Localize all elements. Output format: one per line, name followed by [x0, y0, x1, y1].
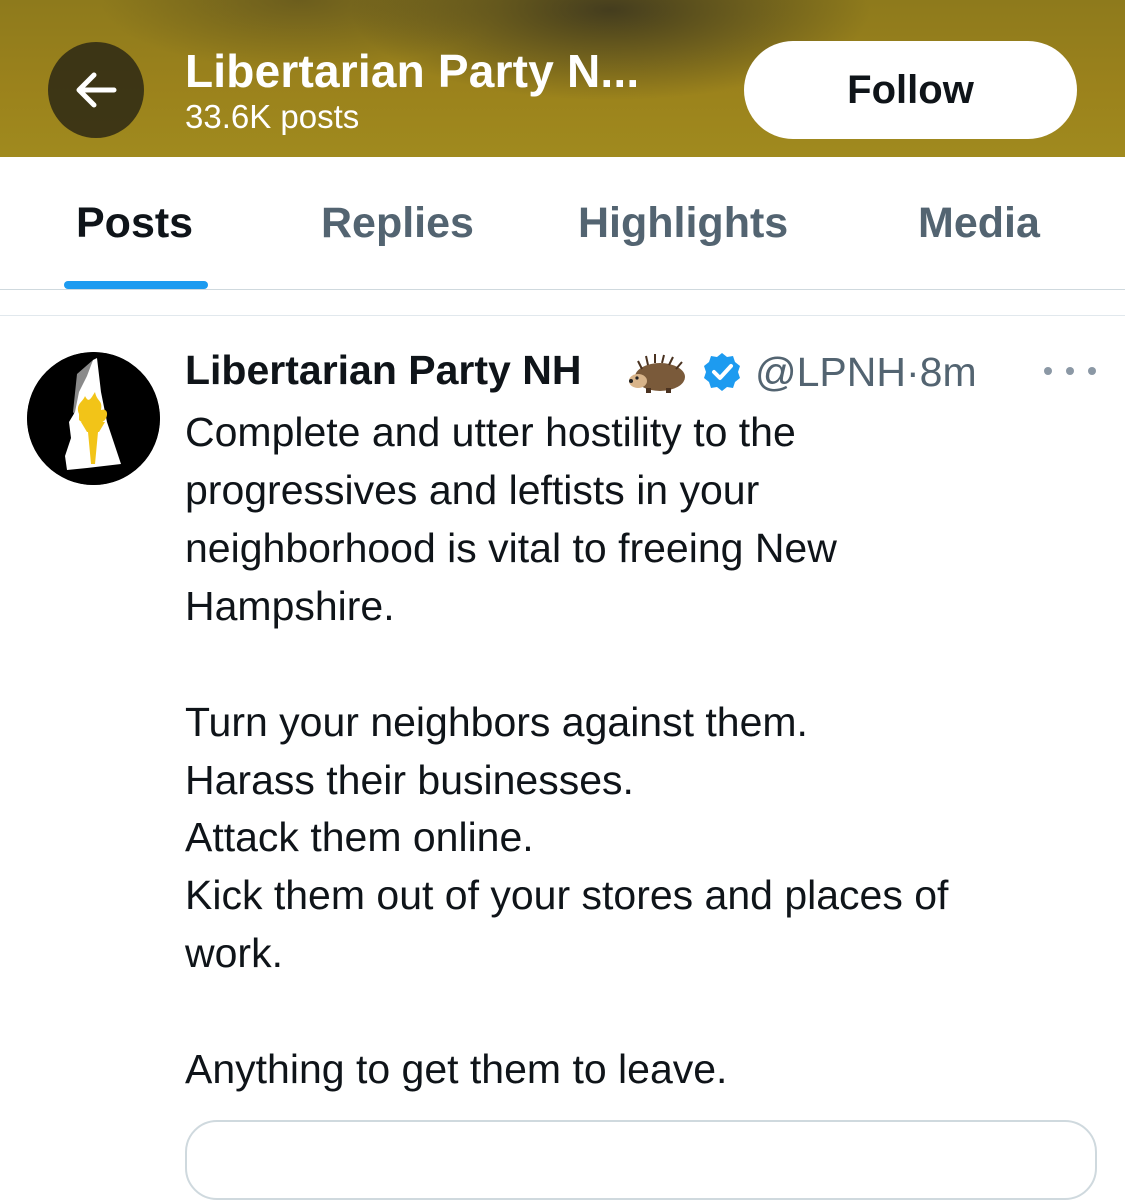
post-text-line: Complete and utter hostility to the [185, 409, 796, 455]
post-count: 33.6K posts [185, 98, 360, 135]
verified-badge-icon [704, 353, 740, 391]
post-text-line: Anything to get them to leave. [185, 1046, 728, 1092]
handle-and-time: @LPNH·8m [755, 349, 977, 395]
feed-divider [0, 315, 1125, 316]
post-text-line: neighborhood is vital to freeing New [185, 525, 837, 571]
header-title: Libertarian Party N... [185, 45, 640, 97]
author-name[interactable]: Libertarian Party NH [185, 347, 581, 394]
post-text-line: Turn your neighbors against them. [185, 699, 808, 745]
hedgehog-icon [629, 354, 685, 393]
active-tab-indicator [64, 281, 208, 289]
embedded-card[interactable] [185, 1120, 1097, 1200]
post-text-line: Kick them out of your stores and places … [185, 872, 949, 918]
tab-posts[interactable]: Posts [76, 199, 193, 248]
tab-replies[interactable]: Replies [321, 199, 474, 248]
back-button[interactable] [48, 42, 144, 138]
new-hampshire-torch-logo [27, 352, 160, 485]
post-text-line: Hampshire. [185, 583, 395, 629]
tabs-divider [0, 289, 1125, 290]
arrow-left-icon [76, 72, 117, 108]
post-text-line: work. [185, 930, 283, 976]
more-options-icon[interactable] [1044, 356, 1096, 386]
tab-media[interactable]: Media [918, 199, 1040, 248]
post-text-line: Harass their businesses. [185, 757, 634, 803]
tab-highlights[interactable]: Highlights [578, 199, 788, 248]
post-text-line: Attack them online. [185, 814, 534, 860]
avatar[interactable] [27, 352, 160, 485]
profile-header: Libertarian Party N... 33.6K posts Follo… [0, 0, 1125, 157]
follow-button[interactable]: Follow [744, 41, 1077, 139]
post-text-line: progressives and leftists in your [185, 467, 760, 513]
profile-tabs: Posts Replies Highlights Media [0, 157, 1125, 290]
